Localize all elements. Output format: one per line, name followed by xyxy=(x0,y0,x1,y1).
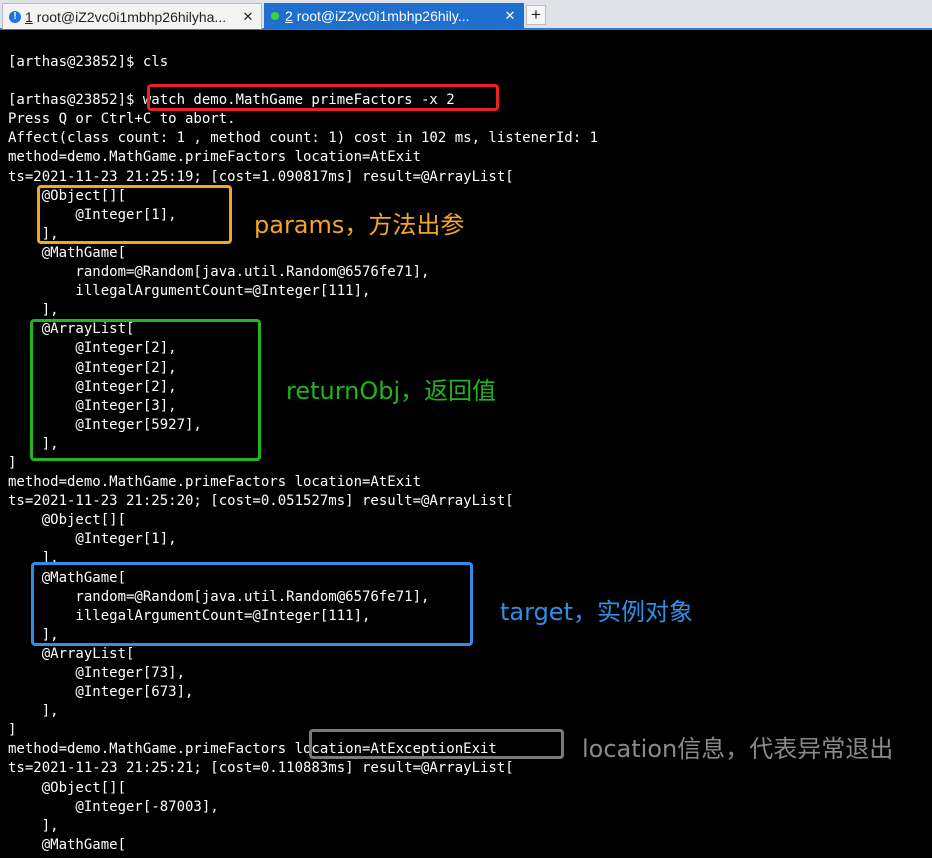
terminal-line: @Integer[73], xyxy=(8,665,186,681)
location-annotation: location信息，代表异常退出 xyxy=(582,735,894,763)
terminal-line: ts=2021-11-23 21:25:21; [cost=0.110883ms… xyxy=(8,760,514,777)
terminal-line: @MathGame[ xyxy=(8,244,127,261)
terminal-line: method=demo.MathGame.primeFactors locati… xyxy=(8,474,422,491)
tab-title: root@iZ2vc0i1mbhp26hilyha... xyxy=(36,8,227,25)
terminal-line: ], xyxy=(8,817,59,834)
terminal-line: @Object[][ xyxy=(8,512,127,529)
command-highlight-box xyxy=(147,84,499,111)
terminal-line: method=demo.MathGame.primeFactors locati… xyxy=(8,149,422,166)
tab-session-1[interactable]: ! 1 root@iZ2vc0i1mbhp26hilyha... ✕ xyxy=(2,3,262,29)
terminal-line: @MathGame[ xyxy=(8,836,127,853)
terminal-line: @Integer[-87003], xyxy=(8,798,219,815)
terminal-line: ts=2021-11-23 21:25:19; [cost=1.090817ms… xyxy=(8,168,514,185)
new-tab-button[interactable]: + xyxy=(526,5,546,25)
terminal-line: Press Q or Ctrl+C to abort. xyxy=(8,111,236,128)
terminal-line: [arthas@23852]$ cls xyxy=(8,54,169,70)
terminal-line: ts=2021-11-23 21:25:20; [cost=0.051527ms… xyxy=(8,493,514,510)
connected-dot-icon xyxy=(271,12,279,20)
terminal-line: @ArrayList[ xyxy=(8,645,135,662)
terminal-line: @Integer[673], xyxy=(8,684,194,701)
returnobj-annotation: returnObj，返回值 xyxy=(286,377,497,405)
returnobj-highlight-box xyxy=(30,319,261,461)
location-highlight-box xyxy=(309,729,564,759)
tab-session-2[interactable]: 2 root@iZ2vc0i1mbhp26hily... ✕ xyxy=(264,3,524,29)
params-annotation: params，方法出参 xyxy=(254,211,465,239)
target-highlight-box xyxy=(31,562,473,646)
close-icon[interactable]: ✕ xyxy=(501,8,519,24)
terminal-line: ], xyxy=(8,302,59,319)
target-annotation: target，实例对象 xyxy=(500,598,693,626)
close-icon[interactable]: ✕ xyxy=(239,9,257,25)
params-highlight-box xyxy=(37,185,232,244)
terminal-line: ], xyxy=(8,703,59,720)
tab-title: root@iZ2vc0i1mbhp26hily... xyxy=(296,8,470,24)
tab-bar: ! 1 root@iZ2vc0i1mbhp26hilyha... ✕ 2 roo… xyxy=(0,0,932,30)
terminal-line: @Object[][ xyxy=(8,779,127,796)
terminal-line: Affect(class count: 1 , method count: 1)… xyxy=(8,130,599,147)
terminal-line: random=@Random[java.util.Random@6576fe71… xyxy=(8,264,430,281)
terminal-line: illegalArgumentCount=@Integer[111], xyxy=(8,283,371,300)
tab-number: 1 xyxy=(25,8,33,25)
tab-number: 2 xyxy=(285,8,293,24)
alert-icon: ! xyxy=(9,10,21,23)
terminal-line: @Integer[1], xyxy=(8,531,177,548)
